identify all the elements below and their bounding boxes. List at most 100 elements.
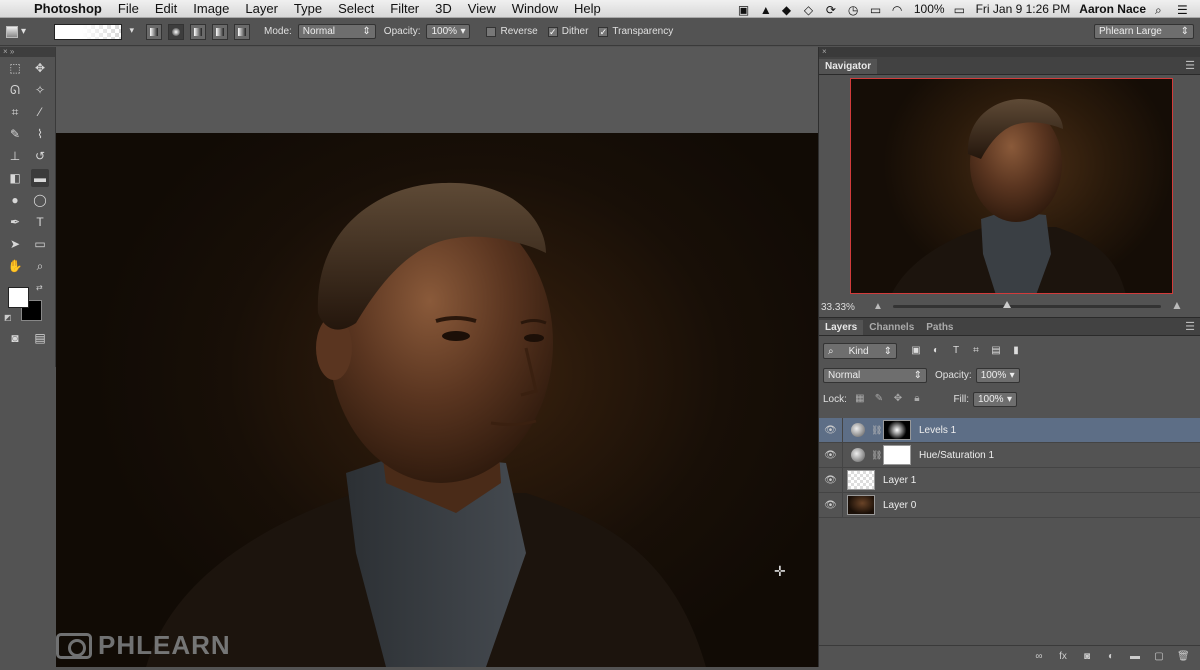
panel-menu-icon[interactable]: ☰ xyxy=(1179,318,1200,335)
layer-row-layer0[interactable]: 👁︎ Layer 0 xyxy=(819,492,1200,518)
lock-position-icon[interactable]: ✥ xyxy=(892,393,904,405)
panel-close-icon[interactable]: × » xyxy=(0,47,55,57)
eraser-tool-icon[interactable]: ◧ xyxy=(6,169,24,187)
reflected-gradient-button[interactable] xyxy=(212,23,228,40)
filter-type-icon[interactable]: T xyxy=(949,344,963,358)
zoom-tool-icon[interactable]: ⌕ xyxy=(31,257,49,275)
link-chain-icon[interactable]: ⛓︎ xyxy=(871,425,882,436)
transparency-checkbox[interactable]: ✓ Transparency xyxy=(598,26,673,37)
tab-channels[interactable]: Channels xyxy=(863,320,920,335)
evernote-icon[interactable]: ◆ xyxy=(782,3,795,17)
panel-close-icon[interactable]: × xyxy=(819,47,1200,57)
menu-view[interactable]: View xyxy=(460,1,504,16)
rectangle-tool-icon[interactable]: ▭ xyxy=(31,235,49,253)
layer-style-icon[interactable]: fx xyxy=(1057,651,1069,663)
sync-icon[interactable]: ⟳ xyxy=(826,3,839,17)
quick-mask-icon[interactable]: ◙ xyxy=(6,329,24,347)
navigator-preview[interactable] xyxy=(850,78,1173,294)
user-name[interactable]: Aaron Nace xyxy=(1079,2,1146,16)
facetime-icon[interactable]: ▣ xyxy=(738,3,751,17)
zoom-out-icon[interactable]: ▲ xyxy=(873,301,883,312)
dodge-tool-icon[interactable]: ◯ xyxy=(31,191,49,209)
default-colors-icon[interactable]: ◩ xyxy=(4,313,12,322)
fill-field[interactable]: 100% ▾ xyxy=(973,391,1017,407)
trash-icon[interactable]: 🗑︎ xyxy=(1177,651,1190,663)
link-layers-icon[interactable]: ∞ xyxy=(1033,651,1045,663)
diamond-gradient-button[interactable] xyxy=(234,23,250,40)
tool-preset-picker[interactable]: ▾ xyxy=(6,22,40,42)
layer-row-huesat[interactable]: 👁︎ ⛓︎ Hue/Saturation 1 xyxy=(819,442,1200,468)
clock[interactable]: Fri Jan 9 1:26 PM xyxy=(976,2,1071,16)
menu-edit[interactable]: Edit xyxy=(147,1,185,16)
layer-row-levels[interactable]: 👁︎ ⛓︎ Levels 1 xyxy=(819,417,1200,443)
panel-menu-icon[interactable]: ☰ xyxy=(1179,57,1200,74)
new-layer-icon[interactable]: ▢ xyxy=(1153,651,1165,663)
menu-help[interactable]: Help xyxy=(566,1,609,16)
menu-app-name[interactable]: Photoshop xyxy=(28,1,110,16)
tab-navigator[interactable]: Navigator xyxy=(819,59,878,74)
swap-colors-icon[interactable]: ⇄ xyxy=(36,283,43,292)
lasso-tool-icon[interactable]: ᘏ xyxy=(6,81,24,99)
filter-kind-select[interactable]: ⌕ Kind ⇕ xyxy=(823,343,897,359)
spotlight-icon[interactable]: ⌕ xyxy=(1155,3,1168,17)
menu-filter[interactable]: Filter xyxy=(382,1,427,16)
type-tool-icon[interactable]: T xyxy=(31,213,49,231)
layer-row-layer1[interactable]: 👁︎ Layer 1 xyxy=(819,467,1200,493)
opacity-field[interactable]: 100% ▾ xyxy=(426,24,471,39)
eyedropper-tool-icon[interactable]: ⁄ xyxy=(31,103,49,121)
lock-pixels-icon[interactable]: ✎ xyxy=(873,393,885,405)
clone-stamp-tool-icon[interactable]: ⊥ xyxy=(6,147,24,165)
move-tool-icon[interactable]: ✥ xyxy=(31,59,49,77)
lock-all-icon[interactable]: 🔒︎ xyxy=(911,393,923,405)
foreground-color[interactable] xyxy=(8,287,29,308)
lock-transparency-icon[interactable]: ▦ xyxy=(854,393,866,405)
screen-mode-icon[interactable]: ▤ xyxy=(31,329,49,347)
image-canvas[interactable]: PHLEARN ✛ xyxy=(56,133,818,667)
notification-icon[interactable]: ▲ xyxy=(760,3,773,17)
magic-wand-tool-icon[interactable]: ✧ xyxy=(31,81,49,99)
add-mask-icon[interactable]: ◙ xyxy=(1081,651,1093,663)
blend-mode-select[interactable]: Normal ⇕ xyxy=(823,367,927,383)
new-group-icon[interactable]: ▬ xyxy=(1129,651,1141,663)
timemachine-icon[interactable]: ◷ xyxy=(848,3,861,17)
visibility-eye-icon[interactable]: 👁︎ xyxy=(819,467,843,493)
layer-mask-thumbnail[interactable] xyxy=(883,420,911,440)
blur-tool-icon[interactable]: ● xyxy=(6,191,24,209)
wifi-icon[interactable]: ◠ xyxy=(892,3,905,17)
tab-paths[interactable]: Paths xyxy=(920,320,959,335)
menu-layer[interactable]: Layer xyxy=(237,1,286,16)
link-chain-icon[interactable]: ⛓︎ xyxy=(871,450,882,461)
zoom-slider-thumb[interactable] xyxy=(1003,301,1011,308)
layer-thumbnail[interactable] xyxy=(847,470,875,490)
menu-file[interactable]: File xyxy=(110,1,147,16)
layer-name[interactable]: Layer 0 xyxy=(883,500,916,511)
gradient-picker[interactable] xyxy=(54,23,134,40)
layer-name[interactable]: Layer 1 xyxy=(883,475,916,486)
visibility-eye-icon[interactable]: 👁︎ xyxy=(819,492,843,518)
zoom-slider[interactable] xyxy=(893,301,1161,308)
new-adjustment-icon[interactable]: ◐ xyxy=(1105,651,1117,663)
linear-gradient-button[interactable] xyxy=(146,23,162,40)
hand-tool-icon[interactable]: ✋ xyxy=(6,257,24,275)
zoom-in-icon[interactable]: ▲ xyxy=(1171,298,1183,312)
dropbox-icon[interactable]: ◇ xyxy=(804,3,817,17)
menu-select[interactable]: Select xyxy=(330,1,382,16)
reverse-checkbox[interactable]: Reverse xyxy=(486,26,538,37)
filter-smartobject-icon[interactable]: ▤ xyxy=(989,344,1003,358)
filter-toggle-icon[interactable]: ▮ xyxy=(1009,344,1023,358)
layer-name[interactable]: Hue/Saturation 1 xyxy=(919,450,994,461)
angle-gradient-button[interactable] xyxy=(190,23,206,40)
workspace-select[interactable]: Phlearn Large ⇕ xyxy=(1094,24,1194,39)
crop-tool-icon[interactable]: ⌗ xyxy=(6,103,24,121)
filter-shape-icon[interactable]: ⌗ xyxy=(969,344,983,358)
path-selection-tool-icon[interactable]: ➤ xyxy=(6,235,24,253)
tab-layers[interactable]: Layers xyxy=(819,320,864,335)
gradient-tool-icon[interactable]: ▬ xyxy=(31,169,49,187)
visibility-eye-icon[interactable]: 👁︎ xyxy=(819,442,843,468)
filter-adjustment-icon[interactable]: ◐ xyxy=(929,344,943,358)
layer-opacity-field[interactable]: 100% ▾ xyxy=(975,367,1020,383)
notification-center-icon[interactable]: ☰ xyxy=(1177,3,1190,17)
menu-image[interactable]: Image xyxy=(185,1,237,16)
battery-icon[interactable]: ▭ xyxy=(954,3,967,17)
menu-window[interactable]: Window xyxy=(504,1,566,16)
